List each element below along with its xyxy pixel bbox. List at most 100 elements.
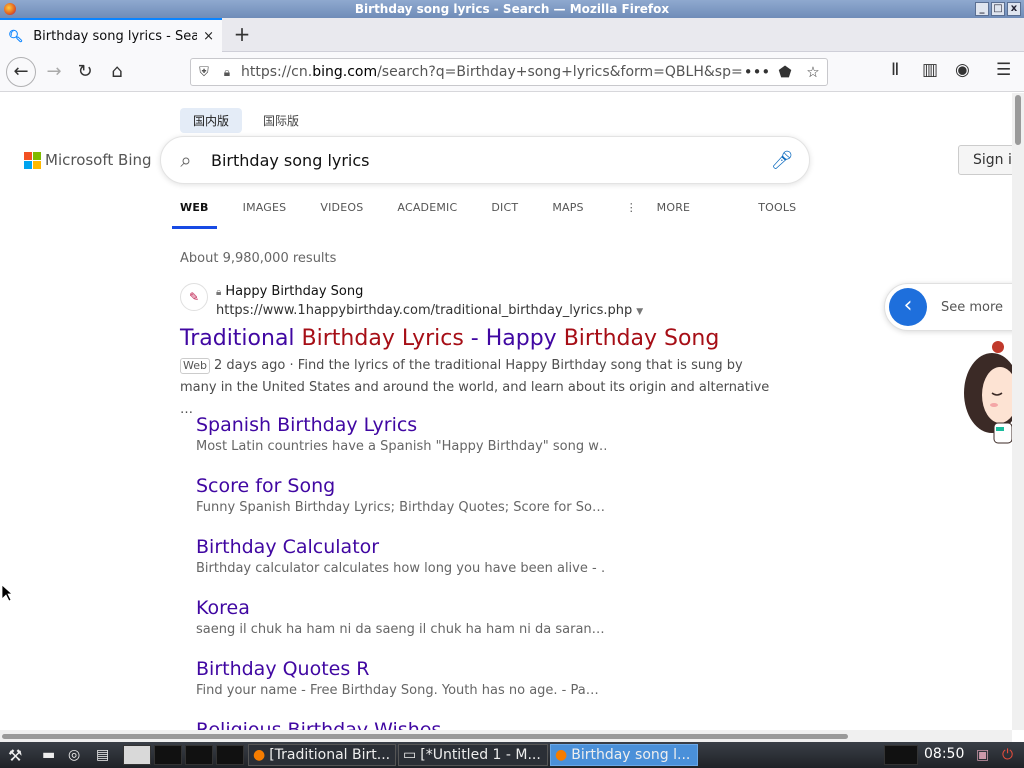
taskbar-task-firefox-1[interactable]: ● [Traditional Birt... xyxy=(248,744,396,766)
region-tabs: 国内版 国际版 xyxy=(180,108,312,133)
tab-web[interactable]: WEB xyxy=(172,201,217,229)
taskbar-task-writer[interactable]: ▭ [*Untitled 1 - M... xyxy=(398,744,548,766)
result-site-attribution: ✎ 🔒︎ Happy Birthday Song https://www.1hap… xyxy=(180,283,780,321)
file-manager-icon[interactable]: ▤ xyxy=(92,744,113,766)
close-tab-icon[interactable]: × xyxy=(203,29,214,44)
search-input[interactable] xyxy=(211,150,755,170)
region-tab-domestic[interactable]: 国内版 xyxy=(180,108,243,133)
os-taskbar: ⚒ ▬ ◎ ▤ ● [Traditional Birt... ▭ [*Untitle… xyxy=(0,742,1024,768)
result-count: About 9,980,000 results xyxy=(180,251,337,266)
see-more-label: See more xyxy=(941,299,1004,315)
dropdown-arrow-icon[interactable]: ▼ xyxy=(636,307,643,317)
list-item: Korea saeng il chuk ha ham ni da saeng i… xyxy=(196,596,606,657)
tab-tools[interactable]: TOOLS xyxy=(750,201,804,229)
search-icon[interactable]: ⌕ xyxy=(161,148,211,172)
clock[interactable]: 08:50 xyxy=(924,746,964,762)
tracking-shield-icon[interactable]: ⛨ xyxy=(191,65,217,80)
page-actions-icon[interactable]: ••• xyxy=(743,63,771,81)
result-site-name[interactable]: Happy Birthday Song xyxy=(225,284,363,299)
bing-logo-text: Microsoft Bing xyxy=(45,151,152,169)
list-item: Score for Song Funny Spanish Birthday Ly… xyxy=(196,474,606,535)
deeplink-title[interactable]: Birthday Quotes R xyxy=(196,657,606,681)
bookmark-star-icon[interactable]: ☆ xyxy=(799,63,827,81)
forward-button[interactable]: → xyxy=(42,60,66,84)
bing-logo[interactable]: Microsoft Bing xyxy=(24,151,152,169)
search-favicon-icon: 🔍︎ xyxy=(8,29,24,43)
tab-images[interactable]: IMAGES xyxy=(235,201,295,229)
tab-academic[interactable]: ACADEMIC xyxy=(389,201,465,229)
search-vertical-tabs: WEB IMAGES VIDEOS ACADEMIC DICT MAPS ⋮ M… xyxy=(172,201,804,229)
window-title: Birthday song lyrics - Search — Mozilla … xyxy=(354,2,670,16)
deeplink-desc: Most Latin countries have a Spanish "Hap… xyxy=(196,439,606,454)
deeplink-title[interactable]: Spanish Birthday Lyrics xyxy=(196,413,606,437)
workspace-1[interactable] xyxy=(154,745,182,765)
app-menu-icon[interactable]: ⚒ xyxy=(4,744,26,766)
deep-links: Spanish Birthday Lyrics Most Latin count… xyxy=(196,413,606,730)
deeplink-title[interactable]: Birthday Calculator xyxy=(196,535,606,559)
library-icon[interactable]: Ⅱ xyxy=(891,60,899,80)
browser-tab[interactable]: 🔍︎ Birthday song lyrics - Search × xyxy=(0,18,222,52)
deeplink-title[interactable]: Religious Birthday Wishes xyxy=(196,718,606,730)
menu-icon[interactable]: ☰ xyxy=(996,60,1011,80)
minimize-button[interactable]: _ xyxy=(975,2,989,16)
browser-launcher-icon[interactable]: ◎ xyxy=(64,744,84,766)
tab-title: Birthday song lyrics - Search xyxy=(33,28,198,44)
sidebar-icon[interactable]: ▥ xyxy=(922,60,938,80)
tab-videos[interactable]: VIDEOS xyxy=(312,201,371,229)
deeplink-title[interactable]: Korea xyxy=(196,596,606,620)
firefox-icon: ● xyxy=(555,747,568,763)
tab-strip: 🔍︎ Birthday song lyrics - Search × + xyxy=(0,18,1024,52)
chevron-left-icon: ‹ xyxy=(889,288,927,326)
tab-dict[interactable]: DICT xyxy=(483,201,526,229)
list-item: Religious Birthday Wishes xyxy=(196,718,606,730)
result-site-url[interactable]: https://www.1happybirthday.com/tradition… xyxy=(216,303,632,318)
tab-more[interactable]: ⋮ MORE xyxy=(610,201,706,229)
microphone-icon[interactable]: 🎤︎ xyxy=(755,150,809,171)
home-icon[interactable]: ⌂ xyxy=(105,60,129,84)
list-item: Birthday Calculator Birthday calculator … xyxy=(196,535,606,596)
deeplink-title[interactable]: Score for Song xyxy=(196,474,606,498)
close-window-button[interactable]: x xyxy=(1007,2,1021,16)
page-content: 国内版 国际版 Microsoft Bing ⌕ 🎤︎ Sign in WEB … xyxy=(0,93,1012,730)
account-icon[interactable]: ◉ xyxy=(955,60,970,80)
web-badge: Web xyxy=(180,358,210,374)
search-box: ⌕ 🎤︎ xyxy=(160,136,810,184)
url-text[interactable]: https://cn.bing.com/search?q=Birthday+so… xyxy=(237,64,743,80)
region-tab-international[interactable]: 国际版 xyxy=(250,108,312,133)
files-icon[interactable]: ▬ xyxy=(38,744,59,766)
list-item: Birthday Quotes R Find your name - Free … xyxy=(196,657,606,718)
pocket-icon[interactable]: ⬟ xyxy=(771,63,799,81)
result-title-link[interactable]: Traditional Birthday Lyrics - Happy Birt… xyxy=(180,325,780,353)
window-titlebar: Birthday song lyrics - Search — Mozilla … xyxy=(0,0,1024,18)
microsoft-logo-icon xyxy=(24,151,41,169)
navigation-toolbar: ← → ↻ ⌂ ⛨ 🔒︎ https://cn.bing.com/search?… xyxy=(0,52,1024,92)
reload-button[interactable]: ↻ xyxy=(73,60,97,84)
network-icon[interactable]: ▣ xyxy=(972,744,993,766)
window-controls: _ □ x xyxy=(975,2,1021,16)
tab-maps[interactable]: MAPS xyxy=(544,201,591,229)
horizontal-scrollbar[interactable] xyxy=(0,730,1012,742)
see-more-button[interactable]: ‹ See more xyxy=(884,283,1012,331)
deeplink-desc: Find your name - Free Birthday Song. You… xyxy=(196,683,599,698)
back-button[interactable]: ← xyxy=(6,57,36,87)
search-result: ✎ 🔒︎ Happy Birthday Song https://www.1hap… xyxy=(180,283,780,421)
maximize-button[interactable]: □ xyxy=(991,2,1005,16)
lock-icon[interactable]: 🔒︎ xyxy=(217,65,237,80)
url-bar[interactable]: ⛨ 🔒︎ https://cn.bing.com/search?q=Birthd… xyxy=(190,58,828,86)
taskbar-task-firefox-2[interactable]: ● Birthday song l... xyxy=(550,744,698,766)
workspace-3[interactable] xyxy=(216,745,244,765)
sign-in-button[interactable]: Sign in xyxy=(958,145,1012,175)
result-date: 2 days ago xyxy=(213,358,286,373)
power-icon[interactable]: ⏻ xyxy=(998,744,1017,766)
document-icon: ▭ xyxy=(403,747,417,763)
deeplink-desc: saeng il chuk ha ham ni da saeng il chuk… xyxy=(196,622,605,637)
new-tab-button[interactable]: + xyxy=(232,24,252,44)
mouse-cursor-icon xyxy=(2,585,12,601)
firefox-launcher-icon[interactable] xyxy=(123,745,151,765)
workspace-2[interactable] xyxy=(185,745,213,765)
vertical-scrollbar[interactable] xyxy=(1012,93,1024,730)
list-item: Spanish Birthday Lyrics Most Latin count… xyxy=(196,413,606,474)
deeplink-desc: Funny Spanish Birthday Lyrics; Birthday … xyxy=(196,500,605,515)
deeplink-desc: Birthday calculator calculates how long … xyxy=(196,561,606,576)
site-favicon-icon[interactable]: ✎ xyxy=(180,283,208,311)
